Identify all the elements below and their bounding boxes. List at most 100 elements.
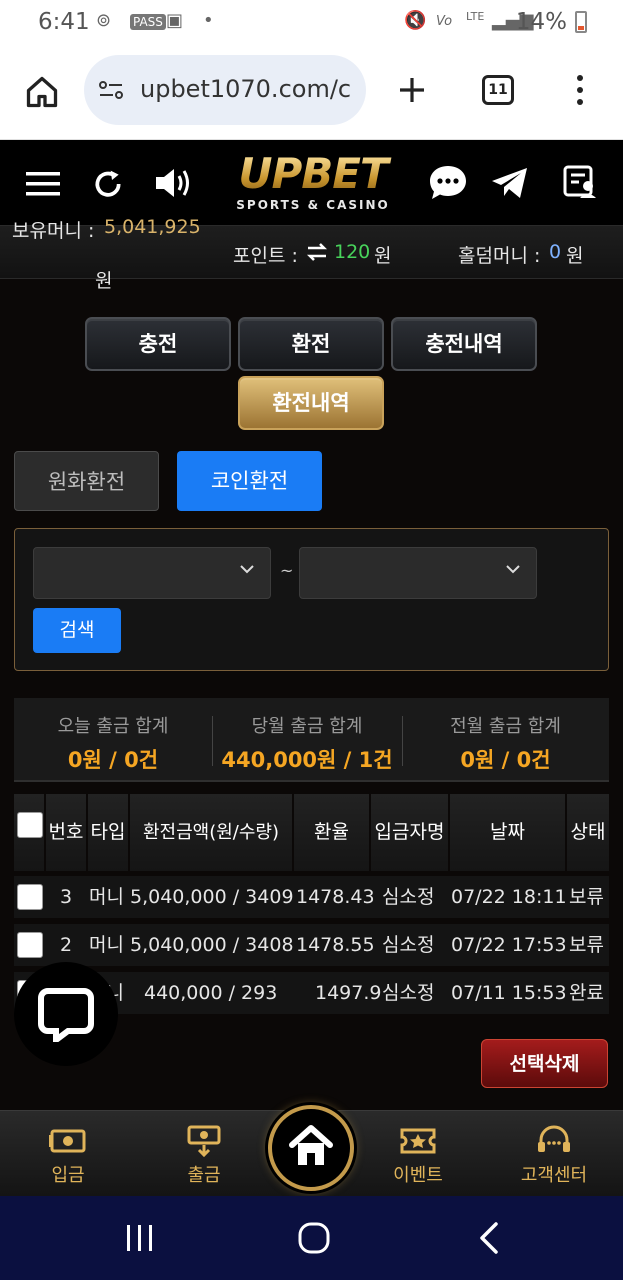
house-icon [289, 1125, 333, 1165]
ticket-star-icon [400, 1128, 436, 1154]
headset-icon [538, 1125, 570, 1152]
pass-icon: PASS [130, 14, 166, 30]
cell-date: 07/22 17:53 [451, 934, 567, 956]
tab-switcher-button[interactable]: 11 [482, 75, 514, 105]
battery-icon [575, 11, 587, 33]
live-chat-button[interactable] [14, 962, 118, 1066]
new-tab-icon[interactable] [396, 74, 428, 106]
refresh-icon[interactable] [92, 168, 124, 200]
status-time: 6:41 [38, 9, 90, 35]
header-type: 타입 [88, 794, 130, 871]
withdrawal-summary: 오늘 출금 합계 0원 / 0건 당월 출금 합계 440,000원 / 1건 … [14, 698, 609, 782]
header-status: 상태 [567, 794, 609, 871]
chat-icon [38, 988, 94, 1042]
date-search-panel: ~ 검색 [14, 528, 609, 671]
gallery-icon: ▣ [166, 10, 184, 31]
cell-amount: 440,000 / 293 [144, 982, 278, 1004]
row-checkbox[interactable] [17, 932, 43, 958]
header-no: 번호 [46, 794, 88, 871]
lte-icon: LTE [466, 10, 485, 23]
summary-label: 전월 출금 합계 [450, 716, 561, 737]
point-label: 포인트 : [233, 245, 298, 267]
tab-exchange[interactable]: 환전 [238, 317, 384, 371]
site-header: UPBET SPORTS & CASINO [0, 140, 623, 225]
cell-no: 3 [60, 886, 73, 908]
browser-toolbar: upbet1070.com/c 11 [0, 44, 623, 140]
select-all-checkbox[interactable] [17, 812, 43, 838]
tab-charge[interactable]: 충전 [85, 317, 231, 371]
nav-withdraw-label: 출금 [187, 1165, 221, 1186]
notice-board-icon[interactable] [562, 164, 598, 200]
mute-icon: 🔇 [404, 10, 427, 31]
nav-support-label: 고객센터 [520, 1165, 588, 1186]
hamburger-menu-icon[interactable] [26, 170, 60, 198]
logo-subtext: SPORTS & CASINO [236, 198, 390, 212]
subtab-coin-exchange[interactable]: 코인환전 [177, 451, 322, 511]
summary-value: 0원 / 0건 [67, 748, 159, 772]
cell-type: 머니 [89, 886, 124, 908]
cell-depositor: 심소정 [382, 934, 435, 956]
header-date: 날짜 [450, 794, 567, 871]
back-icon[interactable] [476, 1220, 502, 1256]
cell-no: 2 [60, 934, 73, 956]
table-row[interactable]: 3 머니 5,040,000 / 3409 1478.43 심소정 07/22 … [14, 876, 609, 918]
summary-label: 당월 출금 합계 [251, 716, 363, 737]
money-unit: 원 [95, 270, 113, 292]
range-separator: ~ [280, 561, 294, 580]
volte-icon: Vo [436, 14, 453, 29]
summary-today: 오늘 출금 합계 0원 / 0건 [14, 698, 212, 782]
cell-status: 보류 [569, 934, 604, 956]
summary-this-month: 당월 출금 합계 440,000원 / 1건 [212, 698, 402, 782]
android-home-icon[interactable] [296, 1220, 332, 1256]
cell-amount: 5,040,000 / 3408 [130, 934, 294, 956]
logo-text: UPBET [218, 152, 408, 196]
subtab-won-exchange[interactable]: 원화환전 [14, 451, 159, 511]
cell-amount: 5,040,000 / 3409 [130, 886, 294, 908]
site-logo[interactable]: UPBET SPORTS & CASINO [218, 152, 408, 213]
hold-value: 0 [549, 241, 562, 263]
cell-rate: 1478.43 [296, 886, 375, 908]
chat-bubble-icon[interactable] [428, 164, 468, 202]
header-amount: 환전금액(원/수량) [130, 794, 294, 871]
exchange-arrows-icon[interactable] [306, 243, 328, 261]
chevron-down-icon [506, 565, 520, 574]
cell-rate: 1497.9 [315, 982, 382, 1004]
start-date-select[interactable] [33, 547, 271, 599]
more-menu-icon[interactable] [570, 72, 590, 108]
site-settings-icon[interactable] [98, 78, 124, 102]
hold-label: 홀덤머니 : [458, 245, 541, 267]
sound-icon[interactable] [154, 166, 196, 200]
header-select-cell [14, 794, 46, 871]
delete-selected-button[interactable]: 선택삭제 [481, 1039, 608, 1088]
summary-value: 0원 / 0건 [460, 748, 551, 772]
tab-exchange-history[interactable]: 환전내역 [238, 376, 384, 430]
money-label: 보유머니 : [12, 220, 95, 242]
nav-event[interactable]: 이벤트 [368, 1111, 468, 1197]
search-button[interactable]: 검색 [33, 608, 121, 653]
chevron-down-icon [240, 565, 254, 574]
url-bar[interactable]: upbet1070.com/c [84, 55, 366, 125]
nav-event-label: 이벤트 [393, 1165, 443, 1186]
recent-apps-icon[interactable] [124, 1222, 156, 1254]
telegram-icon[interactable] [490, 166, 530, 200]
end-date-select[interactable] [299, 547, 537, 599]
header-depositor: 입금자명 [371, 794, 450, 871]
row-checkbox[interactable] [17, 884, 43, 910]
cell-rate: 1478.55 [296, 934, 375, 956]
cell-type: 머니 [89, 934, 124, 956]
tab-charge-history[interactable]: 충전내역 [391, 317, 537, 371]
sync-icon: ⊚ [96, 10, 112, 31]
cell-date: 07/22 18:11 [451, 886, 567, 908]
cell-date: 07/11 15:53 [451, 982, 567, 1004]
status-bar: 6:41 ⊚ PASS ▣ • 🔇 Vo LTE ▂▄▆ 14% [0, 0, 623, 44]
nav-support[interactable]: 고객센터 [504, 1111, 604, 1197]
nav-deposit[interactable]: 입금 [18, 1111, 118, 1197]
point-unit: 원 [374, 245, 392, 267]
nav-home-button[interactable] [268, 1105, 354, 1191]
table-row[interactable]: 2 머니 5,040,000 / 3408 1478.55 심소정 07/22 … [14, 924, 609, 966]
table-header: 번호 타입 환전금액(원/수량) 환율 입금자명 날짜 상태 [14, 794, 609, 871]
header-rate: 환율 [294, 794, 371, 871]
withdraw-icon [187, 1125, 221, 1157]
nav-withdraw[interactable]: 출금 [154, 1111, 254, 1197]
home-icon[interactable] [24, 74, 60, 110]
